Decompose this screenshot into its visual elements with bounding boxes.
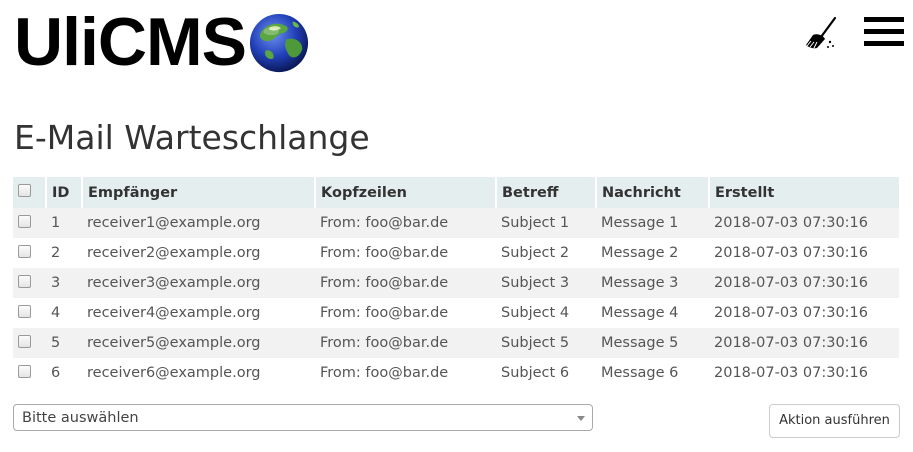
select-all-cell	[13, 177, 47, 208]
cell-subject: Subject 2	[496, 238, 596, 268]
cell-id: 1	[46, 208, 82, 238]
hamburger-menu-icon	[864, 17, 904, 22]
logo[interactable]: UliCMS	[14, 6, 310, 78]
cell-id: 3	[46, 268, 82, 298]
cell-message: Message 3	[596, 268, 709, 298]
select-all-checkbox[interactable]	[18, 184, 31, 197]
action-select-value: Bitte auswählen	[22, 410, 139, 426]
cell-created: 2018-07-03 07:30:16	[709, 208, 899, 238]
cell-recipient: receiver2@example.org	[82, 238, 315, 268]
cell-headers: From: foo@bar.de	[315, 268, 496, 298]
column-header-message[interactable]: Nachricht	[596, 177, 710, 208]
table-row: 2 receiver2@example.org From: foo@bar.de…	[13, 238, 899, 268]
table-row: 5 receiver5@example.org From: foo@bar.de…	[13, 328, 899, 358]
cell-id: 5	[46, 328, 82, 358]
logo-text: UliCMS	[14, 4, 247, 80]
cell-headers: From: foo@bar.de	[315, 208, 496, 238]
row-select-cell	[13, 208, 46, 238]
cell-recipient: receiver5@example.org	[82, 328, 315, 358]
table-row: 4 receiver4@example.org From: foo@bar.de…	[13, 298, 899, 328]
row-checkbox[interactable]	[18, 244, 31, 258]
chevron-down-icon	[577, 416, 585, 421]
action-select[interactable]: Bitte auswählen	[13, 404, 593, 431]
column-header-id[interactable]: ID	[46, 177, 83, 208]
column-header-headers[interactable]: Kopfzeilen	[315, 177, 497, 208]
cell-subject: Subject 4	[496, 298, 596, 328]
hamburger-menu-button[interactable]	[864, 17, 904, 49]
app-header: UliCMS	[0, 0, 913, 90]
row-checkbox[interactable]	[18, 334, 31, 348]
cell-id: 6	[46, 358, 82, 388]
row-select-cell	[13, 238, 46, 268]
cell-message: Message 4	[596, 298, 709, 328]
clear-cache-button[interactable]	[803, 15, 839, 51]
cell-message: Message 1	[596, 208, 709, 238]
cell-recipient: receiver6@example.org	[82, 358, 315, 388]
cell-subject: Subject 1	[496, 208, 596, 238]
cell-subject: Subject 6	[496, 358, 596, 388]
column-header-created[interactable]: Erstellt	[709, 177, 899, 208]
cell-created: 2018-07-03 07:30:16	[709, 268, 899, 298]
cell-subject: Subject 5	[496, 328, 596, 358]
cell-created: 2018-07-03 07:30:16	[709, 238, 899, 268]
table-row: 1 receiver1@example.org From: foo@bar.de…	[13, 208, 899, 238]
cell-recipient: receiver1@example.org	[82, 208, 315, 238]
cell-message: Message 6	[596, 358, 709, 388]
table-row: 6 receiver6@example.org From: foo@bar.de…	[13, 358, 899, 388]
cell-message: Message 5	[596, 328, 709, 358]
cell-created: 2018-07-03 07:30:16	[709, 298, 899, 328]
table-header-row: ID Empfänger Kopfzeilen Betreff Nachrich…	[13, 177, 899, 208]
cell-id: 2	[46, 238, 82, 268]
row-select-cell	[13, 358, 46, 388]
row-select-cell	[13, 328, 46, 358]
run-action-button[interactable]: Aktion ausführen	[769, 404, 900, 438]
globe-icon	[249, 13, 309, 73]
cell-headers: From: foo@bar.de	[315, 298, 496, 328]
row-checkbox[interactable]	[18, 214, 31, 228]
column-header-subject[interactable]: Betreff	[496, 177, 597, 208]
cell-recipient: receiver3@example.org	[82, 268, 315, 298]
cell-created: 2018-07-03 07:30:16	[709, 358, 899, 388]
cell-headers: From: foo@bar.de	[315, 358, 496, 388]
row-select-cell	[13, 298, 46, 328]
broom-icon	[806, 16, 837, 49]
cell-created: 2018-07-03 07:30:16	[709, 328, 899, 358]
email-queue-table: ID Empfänger Kopfzeilen Betreff Nachrich…	[13, 177, 899, 388]
cell-subject: Subject 3	[496, 268, 596, 298]
page-title: E-Mail Warteschlange	[14, 118, 370, 157]
cell-headers: From: foo@bar.de	[315, 328, 496, 358]
cell-headers: From: foo@bar.de	[315, 238, 496, 268]
table-row: 3 receiver3@example.org From: foo@bar.de…	[13, 268, 899, 298]
row-checkbox[interactable]	[18, 364, 31, 378]
row-checkbox[interactable]	[18, 304, 31, 318]
cell-recipient: receiver4@example.org	[82, 298, 315, 328]
row-select-cell	[13, 268, 46, 298]
row-checkbox[interactable]	[18, 274, 31, 288]
column-header-recipient[interactable]: Empfänger	[82, 177, 316, 208]
cell-id: 4	[46, 298, 82, 328]
cell-message: Message 2	[596, 238, 709, 268]
